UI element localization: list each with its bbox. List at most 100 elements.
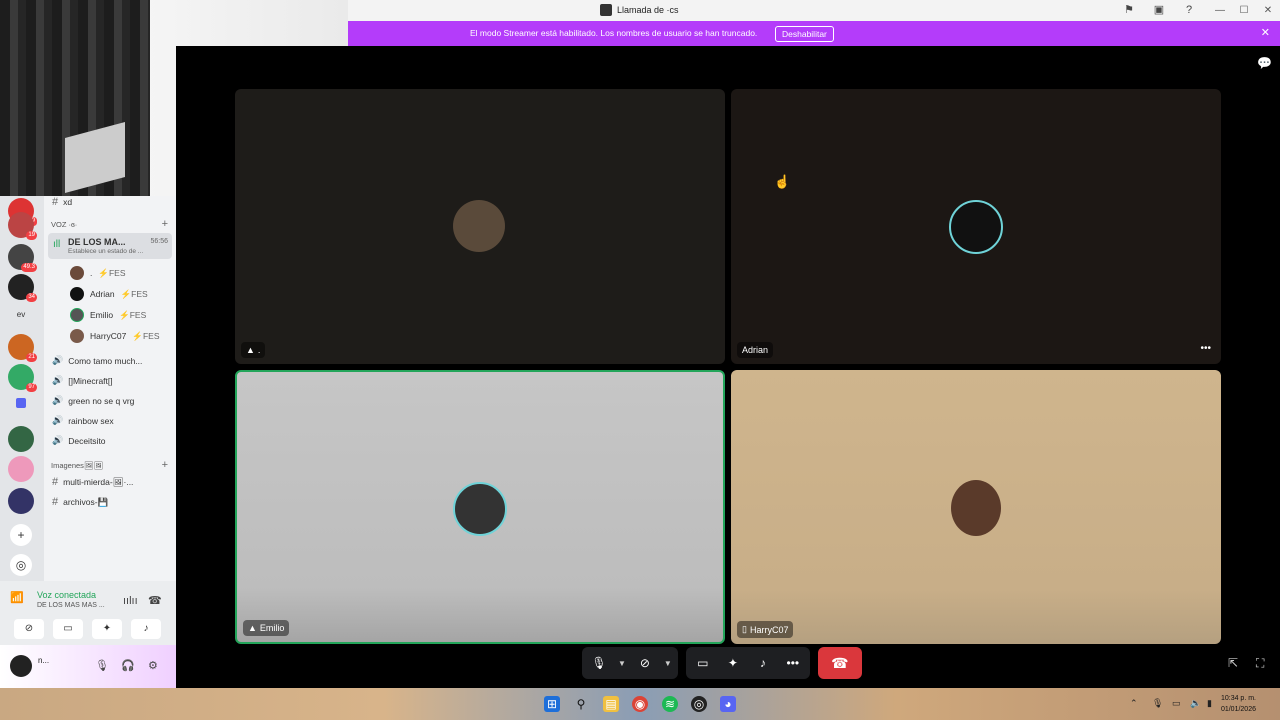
close-banner-icon[interactable]: ✕: [1261, 26, 1270, 39]
window-title: Llamada de ·cs: [600, 4, 679, 16]
participant-tile[interactable]: ▲ .: [235, 89, 725, 364]
taskbar: ⊞ ⚲ ▤ ◉ ≋ ◎ ◕ ⌃ 🎙 ▭ 🔈 ▮ 10:34 p. m. 01/0…: [0, 688, 1280, 720]
voice-member[interactable]: . ⚡FES: [70, 266, 126, 280]
activities-button[interactable]: ✦: [92, 619, 122, 639]
server-icon[interactable]: 21: [8, 334, 37, 362]
microphone-icon[interactable]: 🎙: [95, 659, 109, 672]
spotify-icon[interactable]: ≋: [662, 696, 678, 712]
more-icon[interactable]: •••: [782, 652, 804, 674]
activities-icon[interactable]: ✦: [722, 652, 744, 674]
more-options-icon[interactable]: •••: [1200, 343, 1211, 354]
server-icon[interactable]: 49.3: [8, 244, 37, 272]
voice-channel[interactable]: 🔊 []Minecraft[]: [52, 375, 113, 386]
tray-mic-icon[interactable]: 🎙: [1152, 698, 1163, 709]
voice-member[interactable]: HarryC07 ⚡FES: [70, 329, 160, 343]
headphones-icon[interactable]: 🎧: [121, 659, 135, 672]
help-icon[interactable]: ?: [1182, 3, 1196, 17]
text-channel[interactable]: # multi-mierda-🖼·...: [52, 476, 133, 488]
windows-start-icon[interactable]: ⊞: [544, 696, 560, 712]
participant-label: ▲ Emilio: [243, 620, 290, 636]
hash-icon: #: [52, 196, 59, 208]
playstation-icon: ▲: [246, 345, 255, 355]
speaker-icon: 🔊: [52, 375, 64, 385]
chat-icon[interactable]: 💬: [1257, 56, 1272, 70]
participant-tile[interactable]: ▯ HarryC07: [731, 370, 1221, 644]
participant-label: ▯ HarryC07: [737, 621, 794, 638]
chevron-down-icon[interactable]: ▼: [618, 659, 626, 668]
pop-out-icon[interactable]: ⇱: [1228, 656, 1238, 670]
participant-label: Adrian: [737, 342, 774, 358]
voice-connected-title: Voz conectada: [37, 590, 97, 600]
maximize-button[interactable]: ☐: [1232, 0, 1256, 21]
voice-channel[interactable]: 🔊 rainbow sex: [52, 415, 114, 426]
noise-suppression-icon[interactable]: ıılıı: [123, 595, 138, 607]
hang-up-button[interactable]: ☎: [817, 647, 862, 679]
window-title-text: Llamada de ·cs: [617, 5, 679, 15]
user-avatar[interactable]: [10, 655, 32, 677]
tray-chevron-icon[interactable]: ⌃: [1130, 698, 1138, 709]
voice-channel[interactable]: 🔊 green no se q vrg: [52, 395, 134, 406]
search-icon[interactable]: ⚲: [573, 696, 589, 712]
images-category[interactable]: Imagenes🖼🖼: [51, 461, 103, 470]
speaker-icon: 🔊: [52, 355, 64, 365]
flag-icon[interactable]: ⚑: [1122, 3, 1136, 17]
activities-group: ▭ ✦ ♪ •••: [685, 647, 810, 679]
minimize-button[interactable]: —: [1208, 0, 1232, 21]
add-channel-icon[interactable]: +: [162, 459, 168, 471]
soundboard-icon[interactable]: ♪: [752, 652, 774, 674]
tray-battery-icon[interactable]: ▮: [1207, 698, 1212, 709]
voice-member[interactable]: Emilio ⚡FES: [70, 308, 146, 322]
server-icon[interactable]: 19: [8, 212, 37, 240]
text-channel[interactable]: # archivos-💾: [52, 496, 108, 508]
tray-network-icon[interactable]: ▭: [1172, 698, 1181, 709]
file-explorer-icon[interactable]: ▤: [603, 696, 619, 712]
add-channel-icon[interactable]: +: [162, 218, 168, 230]
soundboard-button[interactable]: ♪: [131, 619, 161, 639]
participant-tile[interactable]: Adrian •••: [731, 89, 1221, 364]
disconnect-icon[interactable]: ☎: [148, 594, 162, 607]
avatar: [70, 266, 84, 280]
participant-avatar: [453, 200, 505, 252]
participant-tile-speaking[interactable]: ▲ Emilio: [235, 370, 725, 644]
participant-avatar: [453, 482, 507, 536]
close-window-button[interactable]: ✕: [1256, 0, 1280, 21]
settings-gear-icon[interactable]: ⚙: [148, 659, 158, 672]
user-name[interactable]: n...: [38, 656, 49, 665]
participant-label: ▲ .: [241, 342, 266, 358]
steam-icon[interactable]: ◎: [691, 696, 707, 712]
add-server-icon[interactable]: +: [10, 524, 32, 546]
explore-icon[interactable]: ◎: [10, 554, 32, 576]
voice-category[interactable]: VOZ ·ɞ·: [51, 220, 77, 229]
discord-icon[interactable]: ◕: [720, 696, 736, 712]
chrome-icon[interactable]: ◉: [632, 696, 648, 712]
user-bar: n... 🎙 🎧 ⚙: [0, 645, 176, 688]
signal-icon[interactable]: 📶: [10, 591, 24, 604]
server-icon[interactable]: 34: [8, 274, 37, 302]
server-icon[interactable]: [8, 426, 34, 452]
server-icon[interactable]: 97: [8, 364, 37, 392]
active-voice-channel[interactable]: ıll DE LOS MA... Establece un estado de …: [48, 233, 172, 259]
server-icon[interactable]: [8, 456, 34, 482]
server-icon[interactable]: [8, 488, 34, 514]
server-folder-icon[interactable]: [16, 398, 26, 408]
screen-share-button[interactable]: ▭: [53, 619, 83, 639]
tray-speaker-icon[interactable]: 🔈: [1190, 698, 1201, 709]
voice-connected-channel[interactable]: DE LOS MAS MAS ...: [37, 602, 105, 609]
hash-icon: #: [52, 476, 59, 488]
screen-share-icon[interactable]: ▭: [692, 652, 714, 674]
server-ev[interactable]: ev: [8, 310, 34, 319]
system-clock[interactable]: 10:34 p. m. 01/01/2026: [1221, 693, 1256, 715]
camera-off-icon[interactable]: ⊘: [634, 652, 656, 674]
microphone-icon[interactable]: 🎙: [588, 652, 610, 674]
inbox-icon[interactable]: ▣: [1152, 3, 1166, 17]
text-channel[interactable]: # xd: [52, 196, 72, 208]
voice-channel[interactable]: 🔊 Deceitsito: [52, 435, 106, 446]
chevron-down-icon[interactable]: ▼: [664, 659, 672, 668]
voice-member[interactable]: Adrian ⚡FES: [70, 287, 148, 301]
call-area: 💬 ▲ . Adrian ••• ▲ Emilio ▯ HarryC07 ☝ 🎙…: [176, 46, 1280, 688]
fullscreen-icon[interactable]: ⛶: [1256, 656, 1264, 671]
disable-streamer-button[interactable]: Deshabilitar: [775, 26, 834, 42]
voice-channel[interactable]: 🔊 Como tamo much...: [52, 355, 142, 366]
camera-off-button[interactable]: ⊘: [14, 619, 44, 639]
participant-avatar: [951, 480, 1001, 536]
